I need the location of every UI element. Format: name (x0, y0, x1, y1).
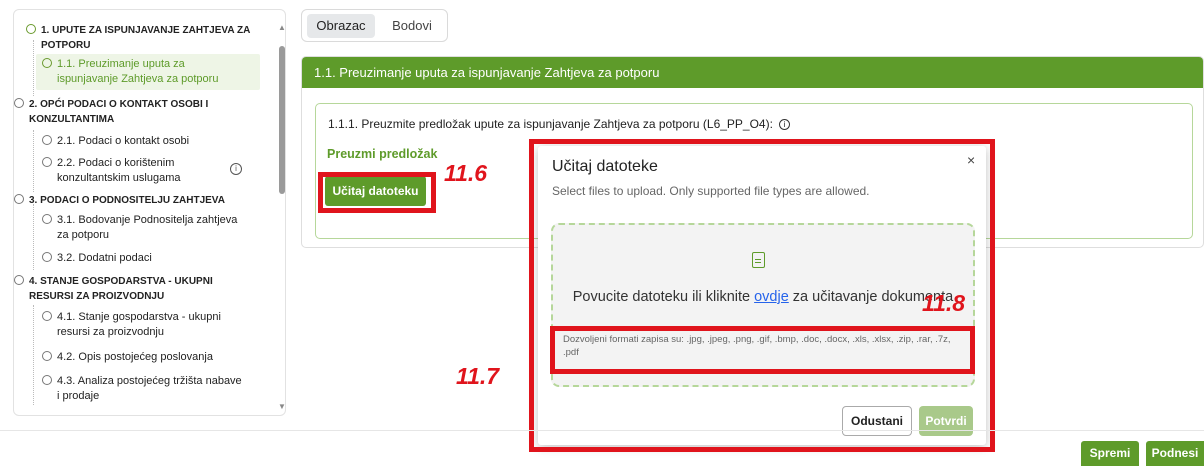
section-title: 1.1. Preuzimanje uputa za ispunjavanje Z… (302, 57, 1203, 88)
tree-guide-line (33, 130, 34, 192)
tree-guide-line (33, 305, 34, 405)
sidebar-item-label: 2.2. Podaci o korištenim konzultantskim u… (57, 157, 181, 184)
highlight-upload-button (318, 172, 436, 213)
sidebar-item-label: 3.2. Dodatni podaci (57, 252, 152, 264)
tree-guide-line (33, 40, 34, 96)
circle-icon (42, 58, 52, 68)
scroll-down-arrow-icon[interactable]: ▼ (278, 402, 285, 411)
tab-bodovi[interactable]: Bodovi (382, 14, 442, 38)
annotation-label-modal: 11.8 (922, 290, 966, 316)
sidebar-item-label: 1.1. Preuzimanje uputa za ispunjavanje Za… (57, 58, 219, 85)
info-icon[interactable]: i (230, 163, 242, 175)
annotation-label-upload: 11.6 (444, 160, 488, 186)
download-template-link[interactable]: Preuzmi predložak (327, 147, 437, 161)
sidebar-item-label: 1. UPUTE ZA ISPUNJAVANJE ZAHTJEVA ZA POTP… (41, 25, 251, 51)
sidebar-tree: 1. UPUTE ZA ISPUNJAVANJE ZAHTJEVA ZA POTP… (13, 9, 286, 416)
tab-obrazac[interactable]: Obrazac (307, 14, 375, 38)
submit-button[interactable]: Podnesi (1146, 441, 1204, 466)
footer-divider (0, 430, 1204, 431)
circle-icon (42, 214, 52, 224)
sidebar-item-label: 3.1. Bodovanje Podnositelja zahtjeva za p… (57, 214, 238, 241)
sidebar-item-label: 2. OPĆI PODACI O KONTAKT OSOBI I KONZULTA… (29, 99, 209, 125)
tree-guide-line (33, 204, 34, 270)
sidebar-item-label: 4.2. Opis postojećeg poslovanja (57, 351, 213, 363)
highlight-formats (550, 326, 975, 374)
circle-icon (14, 275, 24, 285)
circle-icon (42, 252, 52, 262)
sidebar-item-label: 2.1. Podaci o kontakt osobi (57, 135, 190, 147)
field-label: 1.1.1. Preuzmite predložak upute za ispu… (328, 117, 790, 131)
circle-icon (14, 194, 24, 204)
circle-icon (26, 24, 36, 34)
circle-icon (42, 311, 52, 321)
info-icon[interactable]: i (778, 119, 790, 131)
circle-icon (14, 98, 24, 108)
tab-bar: Obrazac Bodovi (301, 9, 448, 42)
circle-icon (42, 135, 52, 145)
sidebar-item-label: 3. PODACI O PODNOSITELJU ZAHTJEVA (29, 195, 225, 206)
annotation-label-formats: 11.7 (456, 363, 500, 389)
save-button[interactable]: Spremi (1081, 441, 1139, 466)
sidebar-item-label: 4.3. Analiza postojećeg tržišta nabave i … (57, 375, 242, 402)
scrollbar-thumb[interactable] (279, 46, 285, 194)
circle-icon (42, 157, 52, 167)
sidebar-item-label: 4. STANJE GOSPODARSTVA - UKUPNI RESURSI Z… (29, 276, 213, 302)
field-label-text: 1.1.1. Preuzmite predložak upute za ispu… (328, 117, 773, 131)
circle-icon (42, 351, 52, 361)
scroll-up-arrow-icon[interactable]: ▲ (278, 23, 285, 32)
circle-icon (42, 375, 52, 385)
sidebar-item-label: 4.1. Stanje gospodarstva - ukupni resursi… (57, 311, 221, 338)
